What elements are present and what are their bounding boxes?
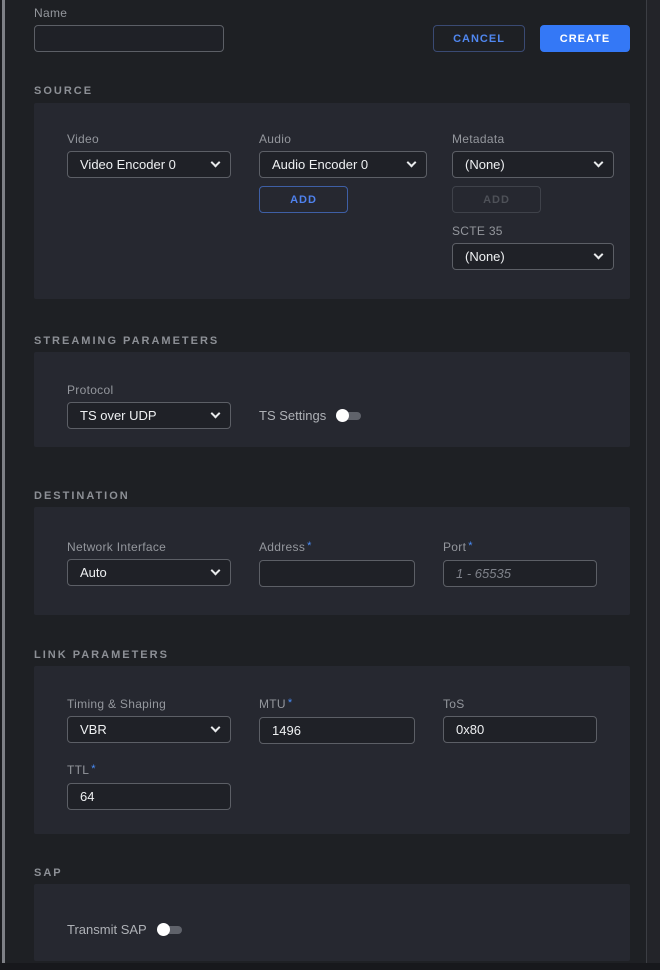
chevron-down-icon xyxy=(211,158,221,168)
section-title-streaming-parameters: STREAMING PARAMETERS xyxy=(34,335,630,347)
ttl-field: TTL* xyxy=(67,764,231,810)
name-label: Name xyxy=(34,7,224,20)
section-title-source: SOURCE xyxy=(34,85,630,97)
toggle-knob xyxy=(157,923,170,936)
source-card: Video Video Encoder 0 Audio Audio Encode… xyxy=(34,103,630,299)
port-field: Port* xyxy=(443,541,597,587)
scrollbar[interactable] xyxy=(2,0,5,970)
mtu-field: MTU* xyxy=(259,698,415,744)
video-label: Video xyxy=(67,133,231,146)
address-input[interactable] xyxy=(259,560,415,587)
ttl-label: TTL* xyxy=(67,764,231,778)
chevron-down-icon xyxy=(211,723,221,733)
audio-field: Audio Audio Encoder 0 xyxy=(259,133,427,178)
timing-shaping-label: Timing & Shaping xyxy=(67,698,231,711)
protocol-label: Protocol xyxy=(67,384,231,397)
sap-card: Transmit SAP xyxy=(34,884,630,961)
scte35-select[interactable]: (None) xyxy=(452,243,614,270)
video-select[interactable]: Video Encoder 0 xyxy=(67,151,231,178)
ts-settings-field: TS Settings xyxy=(259,402,427,429)
chevron-down-icon xyxy=(211,409,221,419)
name-field: Name xyxy=(34,7,224,52)
scte35-label: SCTE 35 xyxy=(452,225,614,238)
link-parameters-card: Timing & Shaping VBR MTU* ToS TTL* xyxy=(34,666,630,834)
streaming-parameters-card: Protocol TS over UDP TS Settings xyxy=(34,352,630,447)
protocol-field: Protocol TS over UDP xyxy=(67,384,231,429)
chevron-down-icon xyxy=(407,158,417,168)
ttl-input[interactable] xyxy=(67,783,231,810)
chevron-down-icon xyxy=(211,566,221,576)
scte35-field: SCTE 35 (None) xyxy=(452,225,614,270)
section-title-link-parameters: LINK PARAMETERS xyxy=(34,649,630,661)
metadata-label: Metadata xyxy=(452,133,614,146)
name-input[interactable] xyxy=(34,25,224,52)
section-title-destination: DESTINATION xyxy=(34,490,630,502)
tos-label: ToS xyxy=(443,698,597,711)
audio-label: Audio xyxy=(259,133,427,146)
metadata-select[interactable]: (None) xyxy=(452,151,614,178)
required-marker: * xyxy=(468,540,473,552)
add-audio-button[interactable]: ADD xyxy=(259,186,348,213)
audio-select[interactable]: Audio Encoder 0 xyxy=(259,151,427,178)
destination-card: Network Interface Auto Address* Port* xyxy=(34,507,630,615)
stream-create-form: Name CANCEL CREATE SOURCE Video Video En… xyxy=(34,0,630,961)
metadata-field: Metadata (None) xyxy=(452,133,614,178)
transmit-sap-toggle[interactable] xyxy=(157,923,182,937)
required-marker: * xyxy=(307,540,312,552)
tos-field: ToS xyxy=(443,698,597,744)
timing-shaping-field: Timing & Shaping VBR xyxy=(67,698,231,744)
chevron-down-icon xyxy=(594,250,604,260)
port-input[interactable] xyxy=(443,560,597,587)
chevron-down-icon xyxy=(594,158,604,168)
video-field: Video Video Encoder 0 xyxy=(67,133,231,178)
toggle-knob xyxy=(336,409,349,422)
transmit-sap-label: Transmit SAP xyxy=(67,922,147,937)
create-button[interactable]: CREATE xyxy=(540,25,630,52)
tos-input[interactable] xyxy=(443,716,597,743)
required-marker: * xyxy=(91,763,96,775)
timing-shaping-select[interactable]: VBR xyxy=(67,716,231,743)
network-interface-field: Network Interface Auto xyxy=(67,541,231,587)
protocol-select[interactable]: TS over UDP xyxy=(67,402,231,429)
mtu-label: MTU* xyxy=(259,698,415,712)
address-label: Address* xyxy=(259,541,415,555)
port-label: Port* xyxy=(443,541,597,555)
section-title-sap: SAP xyxy=(34,867,630,879)
ts-settings-toggle[interactable] xyxy=(336,409,361,423)
form-header-row: Name CANCEL CREATE xyxy=(34,7,630,52)
required-marker: * xyxy=(288,697,293,709)
network-interface-label: Network Interface xyxy=(67,541,231,554)
add-metadata-button[interactable]: ADD xyxy=(452,186,541,213)
panel-right-edge xyxy=(646,0,660,970)
network-interface-select[interactable]: Auto xyxy=(67,559,231,586)
mtu-input[interactable] xyxy=(259,717,415,744)
ts-settings-label: TS Settings xyxy=(259,408,326,423)
cancel-button[interactable]: CANCEL xyxy=(433,25,525,52)
form-actions: CANCEL CREATE xyxy=(433,25,630,52)
address-field: Address* xyxy=(259,541,415,587)
transmit-sap-field: Transmit SAP xyxy=(67,916,614,943)
panel-bottom-edge xyxy=(0,963,660,970)
